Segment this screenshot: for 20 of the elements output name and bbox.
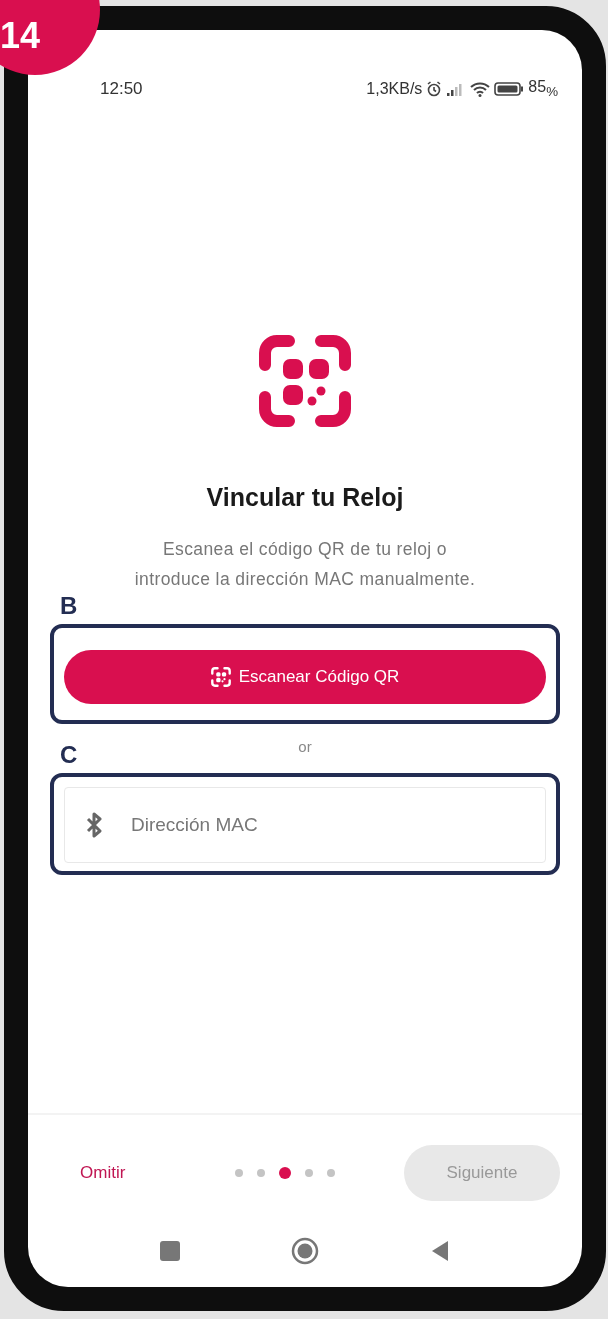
qr-scan-icon: [210, 667, 231, 688]
scan-qr-button[interactable]: Escanear Código QR: [64, 650, 546, 705]
description: Escanea el código QR de tu reloj o introduce la dirección MAC manualmente.: [133, 538, 477, 592]
back-button[interactable]: [430, 1239, 450, 1263]
battery-icon: [494, 81, 525, 96]
alarm-icon: [426, 80, 443, 97]
wifi-icon: [470, 80, 491, 97]
callout-label: B: [60, 592, 78, 621]
bluetooth-icon: [85, 812, 103, 839]
mac-address-field[interactable]: Dirección MAC: [64, 787, 546, 864]
qr-scan-icon: [259, 335, 351, 428]
skip-link[interactable]: Omitir: [80, 1163, 126, 1183]
callout-label: C: [60, 741, 78, 770]
status-time: 12:50: [100, 78, 143, 99]
network-speed: 1,3KB/s: [366, 79, 423, 98]
mac-address-input[interactable]: Dirección MAC: [129, 813, 525, 838]
home-button[interactable]: [291, 1237, 319, 1265]
page-title: Vincular tu Reloj: [206, 483, 404, 513]
battery-level: 85$_{%}$: [528, 78, 558, 100]
separator-text: or: [298, 738, 312, 756]
